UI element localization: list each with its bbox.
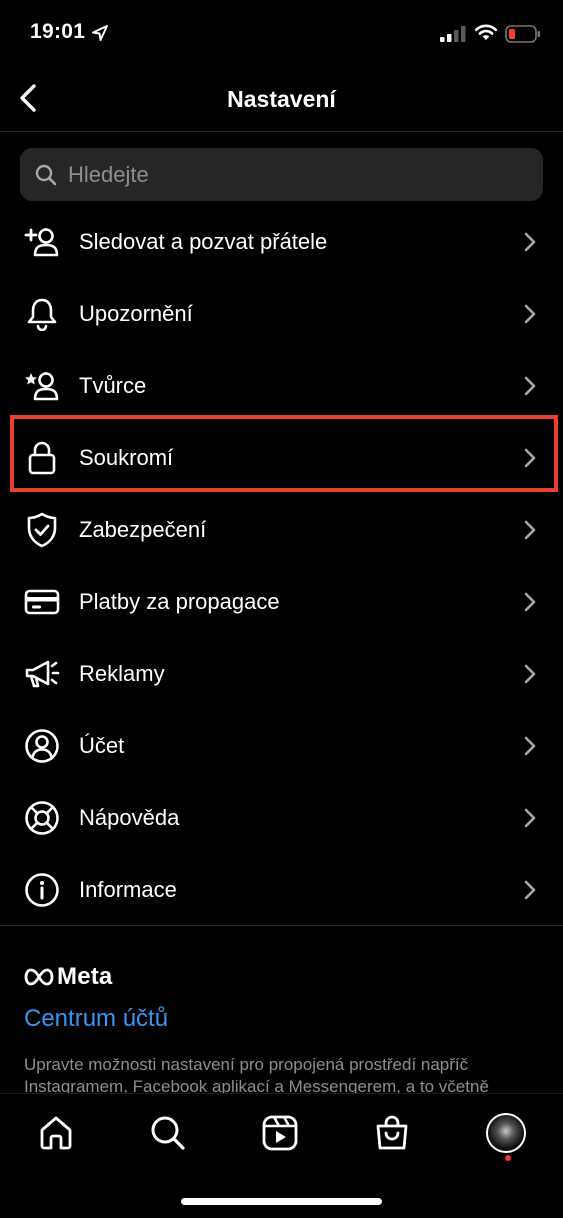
header: Nastavení bbox=[0, 66, 563, 132]
meta-infinity-icon bbox=[24, 968, 54, 986]
info-icon bbox=[22, 870, 62, 910]
cellular-signal-icon bbox=[440, 26, 466, 42]
menu-item-label: Reklamy bbox=[79, 661, 165, 686]
lock-icon bbox=[22, 438, 62, 478]
menu-item-follow-invite[interactable]: Sledovat a pozvat přátele bbox=[0, 206, 563, 278]
home-icon bbox=[40, 1116, 72, 1150]
accounts-center-link[interactable]: Centrum účtů bbox=[24, 1005, 168, 1033]
menu-item-label: Soukromí bbox=[79, 445, 174, 470]
menu-item-privacy[interactable]: Soukromí bbox=[0, 422, 563, 494]
page-title: Nastavení bbox=[227, 86, 336, 112]
menu-item-about[interactable]: Informace bbox=[0, 854, 563, 926]
menu-item-label: Účet bbox=[79, 733, 125, 758]
menu-item-label: Informace bbox=[79, 877, 177, 902]
account-circle-icon bbox=[22, 726, 62, 766]
menu-item-label: Upozornění bbox=[79, 301, 193, 326]
menu-item-label: Zabezpečení bbox=[79, 517, 207, 542]
chevron-right-icon bbox=[524, 808, 536, 828]
search-input[interactable] bbox=[68, 161, 508, 188]
shield-check-icon bbox=[22, 510, 62, 550]
wifi-icon bbox=[474, 24, 498, 40]
chevron-right-icon bbox=[524, 880, 536, 900]
chevron-right-icon bbox=[524, 232, 536, 252]
menu-item-account[interactable]: Účet bbox=[0, 710, 563, 782]
tab-home[interactable] bbox=[35, 1112, 77, 1154]
meta-logo: Meta bbox=[24, 963, 112, 991]
menu-item-label: Sledovat a pozvat přátele bbox=[79, 229, 328, 254]
tab-reels[interactable] bbox=[259, 1112, 301, 1154]
search-bar[interactable] bbox=[20, 148, 543, 201]
search-icon bbox=[151, 1116, 185, 1150]
chevron-right-icon bbox=[524, 304, 536, 324]
search-icon bbox=[35, 164, 57, 185]
tab-shop[interactable] bbox=[371, 1112, 413, 1154]
home-indicator bbox=[181, 1198, 382, 1205]
status-time: 19:01 bbox=[30, 20, 86, 43]
chevron-right-icon bbox=[524, 664, 536, 684]
chevron-right-icon bbox=[524, 520, 536, 540]
menu-item-ad-payments[interactable]: Platby za propagace bbox=[0, 566, 563, 638]
reels-icon bbox=[262, 1115, 298, 1151]
shop-bag-icon bbox=[376, 1115, 408, 1150]
tab-profile[interactable] bbox=[485, 1112, 527, 1154]
menu-item-notifications[interactable]: Upozornění bbox=[0, 278, 563, 350]
add-person-icon bbox=[22, 222, 62, 262]
location-arrow-icon bbox=[92, 25, 108, 41]
chevron-right-icon bbox=[524, 376, 536, 396]
lifebuoy-icon bbox=[22, 798, 62, 838]
menu-item-help[interactable]: Nápověda bbox=[0, 782, 563, 854]
accounts-center-description: Upravte možnosti nastavení pro propojená… bbox=[24, 1055, 489, 1094]
chevron-right-icon bbox=[524, 448, 536, 468]
avatar bbox=[486, 1113, 526, 1153]
creator-star-person-icon bbox=[22, 366, 62, 406]
menu-item-ads[interactable]: Reklamy bbox=[0, 638, 563, 710]
status-bar: 19:01 bbox=[0, 0, 563, 62]
bell-icon bbox=[22, 294, 62, 334]
tab-search[interactable] bbox=[147, 1112, 189, 1154]
battery-icon bbox=[505, 25, 540, 43]
settings-menu: Sledovat a pozvat přátele Upozornění Tvů… bbox=[0, 206, 563, 926]
notification-dot bbox=[505, 1155, 511, 1161]
meta-wordmark: Meta bbox=[57, 963, 113, 990]
menu-item-creator[interactable]: Tvůrce bbox=[0, 350, 563, 422]
chevron-right-icon bbox=[524, 736, 536, 756]
credit-card-icon bbox=[22, 582, 62, 622]
menu-item-label: Platby za propagace bbox=[79, 589, 280, 614]
menu-item-label: Tvůrce bbox=[79, 373, 147, 398]
menu-item-security[interactable]: Zabezpečení bbox=[0, 494, 563, 566]
megaphone-icon bbox=[22, 654, 62, 694]
chevron-right-icon bbox=[524, 592, 536, 612]
divider bbox=[0, 925, 563, 926]
menu-item-label: Nápověda bbox=[79, 805, 180, 830]
